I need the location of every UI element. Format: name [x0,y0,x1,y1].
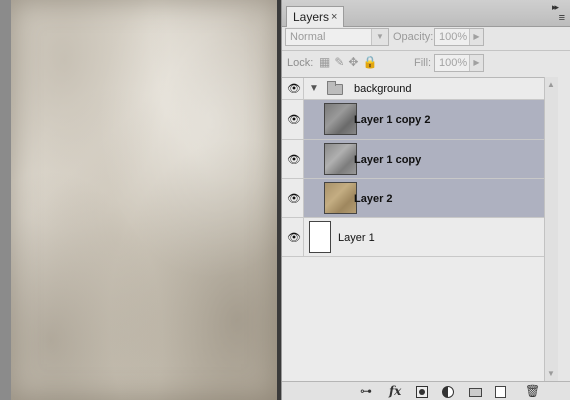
lock-row: Lock: ▦ ✎ ✥ 🔒 Fill: 100% ▶ [282,52,570,74]
new-layer-icon[interactable] [495,386,506,398]
new-group-icon[interactable] [469,388,482,397]
link-layers-icon[interactable]: ⊶ [360,384,372,398]
expand-arrow-icon[interactable]: ▼ [309,83,319,94]
eye-icon[interactable]: 👁 [287,113,301,126]
visibility-cell[interactable]: 👁 [282,78,304,99]
eye-icon[interactable]: 👁 [287,192,301,205]
collapse-icon[interactable]: ▸▸ [552,2,559,13]
layer-name: background [354,83,412,95]
layer-thumbnail[interactable] [324,103,357,135]
layers-list: 👁 ▼ background 👁 Layer 1 copy 2 👁 Layer … [282,77,544,381]
opacity-value: 100% [439,31,468,43]
layer-name: Layer 2 [354,193,393,205]
layer-row[interactable]: 👁 Layer 1 copy [282,140,544,179]
blend-mode-select[interactable]: Normal ▼ [285,28,389,46]
layer-name: Layer 1 copy 2 [354,114,431,126]
folder-icon [327,81,343,95]
layer-name: Layer 1 [338,232,375,244]
layer-thumbnail[interactable] [309,221,331,253]
visibility-cell[interactable]: 👁 [282,179,304,217]
layers-toolbar: ⊶ fx 🗑 [282,381,570,400]
divider [282,50,570,51]
adjustment-layer-icon[interactable] [442,386,454,398]
canvas-area [0,0,281,400]
document-canvas[interactable] [11,0,277,400]
fx-icon[interactable]: fx [389,384,401,398]
blend-mode-value: Normal [290,31,326,43]
eye-icon[interactable]: 👁 [287,231,301,244]
opacity-label: Opacity: [393,31,434,43]
blend-row: Normal ▼ Opacity: 100% ▶ [282,27,570,49]
scroll-up-icon[interactable]: ▲ [547,80,555,89]
layer-mask-icon[interactable] [416,386,428,398]
photoshop-workspace: Layers × ▸▸ ≡ Normal ▼ Opacity: 100% ▶ L… [0,0,570,400]
layer-thumbnail[interactable] [324,143,357,175]
lock-label: Lock: [287,57,314,69]
scroll-down-icon[interactable]: ▼ [547,369,555,378]
layers-panel: Layers × ▸▸ ≡ Normal ▼ Opacity: 100% ▶ L… [281,0,570,400]
layer-group-background[interactable]: 👁 ▼ background [282,78,544,100]
chevron-down-icon: ▼ [371,29,388,45]
layer-thumbnail[interactable] [324,182,357,214]
opacity-arrow-icon[interactable]: ▶ [469,29,483,45]
tab-label: Layers [293,10,330,24]
visibility-cell[interactable]: 👁 [282,218,304,256]
tab-layers[interactable]: Layers × [286,6,344,27]
layer-name: Layer 1 copy [354,154,422,166]
eye-icon[interactable]: 👁 [287,153,301,166]
fill-value: 100% [439,57,468,69]
panel-tabbar: Layers × ▸▸ ≡ [282,0,570,27]
layer-row[interactable]: 👁 Layer 2 [282,179,544,218]
eye-icon[interactable]: 👁 [287,82,301,95]
lock-icons: ▦ ✎ ✥ 🔒 [319,55,381,69]
visibility-cell[interactable]: 👁 [282,140,304,178]
layers-scrollbar[interactable]: ▲ ▼ [544,77,558,381]
layer-row[interactable]: 👁 Layer 1 copy 2 [282,100,544,140]
lock-transparent-icon[interactable]: ▦ [319,55,330,69]
panel-menu-icon[interactable]: ≡ [559,12,565,24]
fill-label: Fill: [414,57,432,69]
fill-arrow-icon[interactable]: ▶ [469,55,483,71]
lock-image-icon[interactable]: ✎ [334,55,344,69]
fill-field[interactable]: 100% ▶ [434,54,484,72]
close-icon[interactable]: × [331,11,337,23]
lock-all-icon[interactable]: 🔒 [362,55,377,69]
lock-position-icon[interactable]: ✥ [348,55,358,69]
opacity-field[interactable]: 100% ▶ [434,28,484,46]
trash-icon[interactable]: 🗑 [525,384,540,398]
visibility-cell[interactable]: 👁 [282,100,304,139]
layer-row[interactable]: 👁 Layer 1 [282,218,544,257]
